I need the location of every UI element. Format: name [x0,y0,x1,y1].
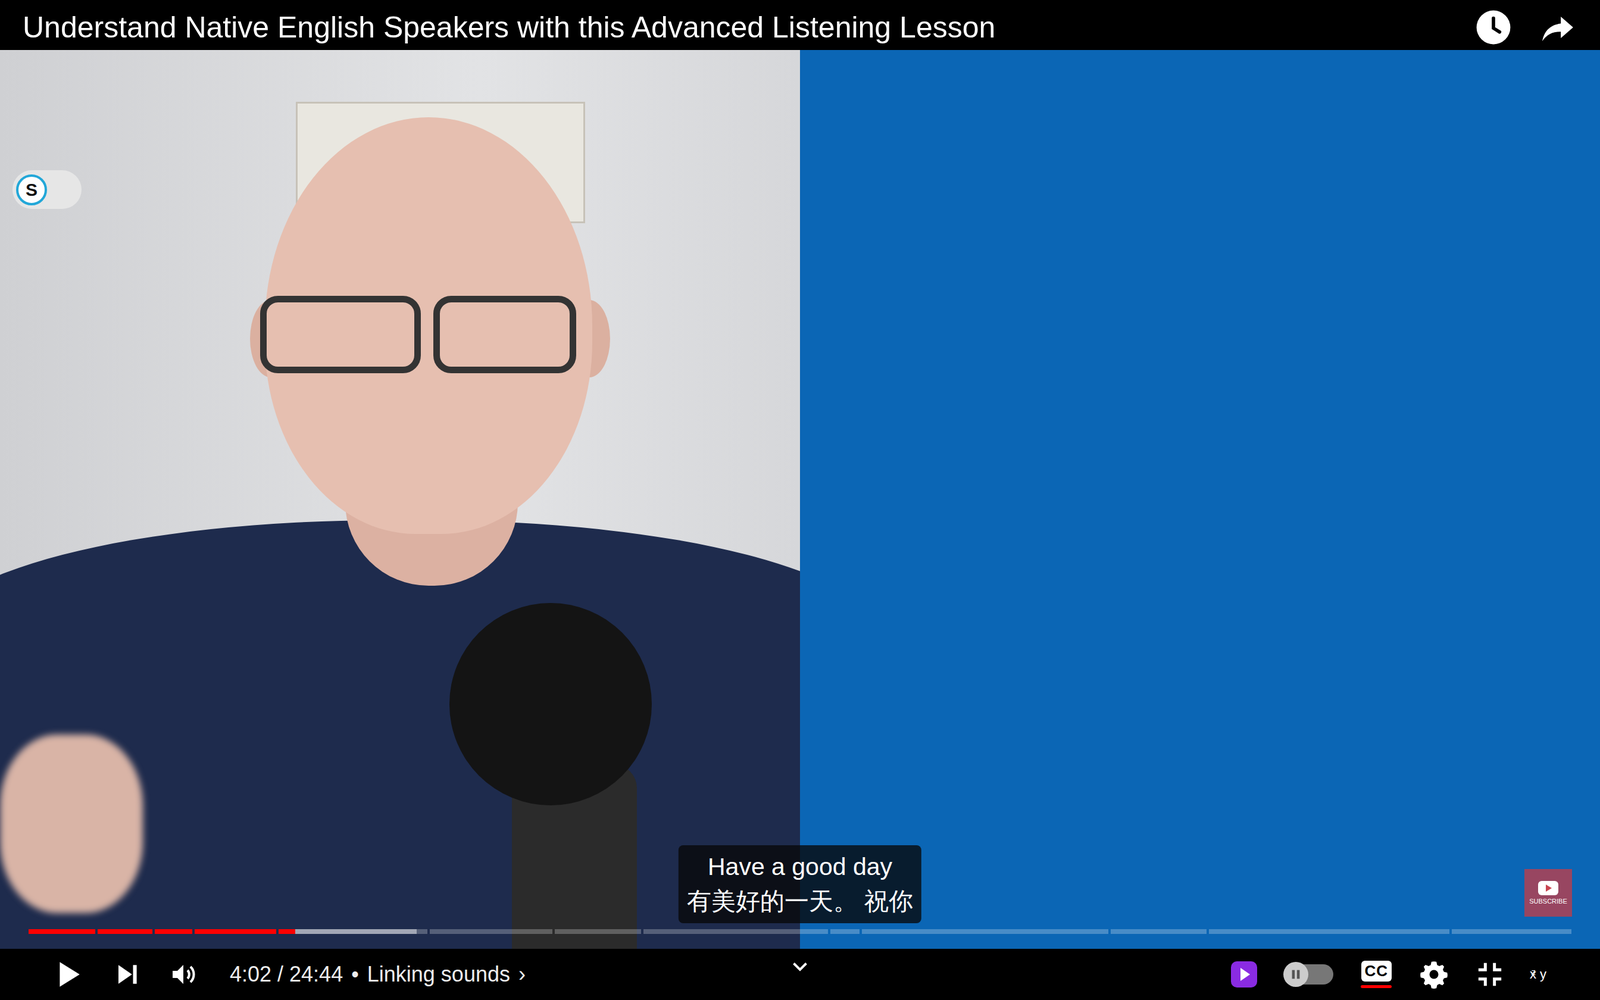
played-fill [278,929,296,934]
miniplayer-button[interactable]: z x y [1530,966,1547,983]
volume-icon[interactable] [170,960,199,989]
share-icon[interactable] [1539,8,1577,46]
played-fill [194,929,277,934]
gear-icon[interactable] [1419,959,1449,990]
exit-fullscreen-icon[interactable] [1476,960,1504,989]
subscribe-watermark[interactable]: SUBSCRIBE [1524,869,1573,917]
chapter-segment[interactable] [1208,929,1450,934]
separator: • [351,961,359,987]
chapter-arrow[interactable]: › [518,961,526,987]
chapter-segment[interactable] [194,929,277,934]
chapter-segment[interactable] [97,929,153,934]
chapter-segment[interactable] [1110,929,1206,934]
played-fill [28,929,96,934]
buffer-fill [278,929,417,934]
chapter-segment[interactable] [1451,929,1572,934]
video-frame[interactable]: S Have a good day 有美好的一天。 祝你 SUBSCRIBE [0,50,1600,949]
progress-bar[interactable] [28,929,1572,934]
chapter-segment[interactable] [278,929,427,934]
microphone [449,602,652,806]
cc-label: CC [1361,960,1393,982]
time: 4:02 / 24:44 [229,961,343,987]
chapter-segment[interactable] [830,929,859,934]
watch-later-icon[interactable] [1475,8,1512,46]
pause-icon [1289,967,1303,981]
extension-play-icon[interactable] [1229,960,1259,989]
played-fill [154,929,193,934]
captions-button[interactable]: CC [1360,960,1392,989]
extension-knob: S [16,174,48,206]
player-controls: 4:02 / 24:44 • Linking sounds › CC z [0,948,1600,1000]
chapter-segment[interactable] [643,929,828,934]
autoplay-toggle[interactable] [1285,964,1334,985]
played-fill [97,929,153,934]
caption-window[interactable]: Have a good day 有美好的一天。 祝你 [678,845,922,924]
hand [0,734,143,914]
watermark-label: SUBSCRIBE [1529,897,1568,905]
youtube-icon [1538,880,1559,896]
autoplay-knob [1283,961,1309,987]
video-title[interactable]: Understand Native English Speakers with … [22,11,1452,45]
title-bar: Understand Native English Speakers with … [0,0,1600,50]
slide [800,50,1600,949]
miniplayer-label: x y [1529,966,1547,983]
caption-line: Have a good day [686,850,914,884]
chapter-segment[interactable] [429,929,553,934]
next-icon[interactable] [114,961,140,987]
chapter-segment[interactable] [554,929,642,934]
extension-toggle[interactable]: S [12,170,82,209]
chevron-down-icon[interactable] [789,955,811,977]
head [264,117,593,534]
caption-line: 有美好的一天。 祝你 [686,884,914,919]
cc-indicator [1360,985,1392,989]
glasses [260,295,421,374]
play-icon [53,959,84,990]
chapter-title[interactable]: Linking sounds [367,961,511,987]
chapter-segment[interactable] [154,929,193,934]
presenter-video [0,50,800,949]
play-button[interactable] [53,959,84,990]
time-display: 4:02 / 24:44 • Linking sounds › [229,961,526,987]
chapter-segment[interactable] [861,929,1109,934]
glasses [433,295,577,374]
chapter-segment[interactable] [28,929,96,934]
